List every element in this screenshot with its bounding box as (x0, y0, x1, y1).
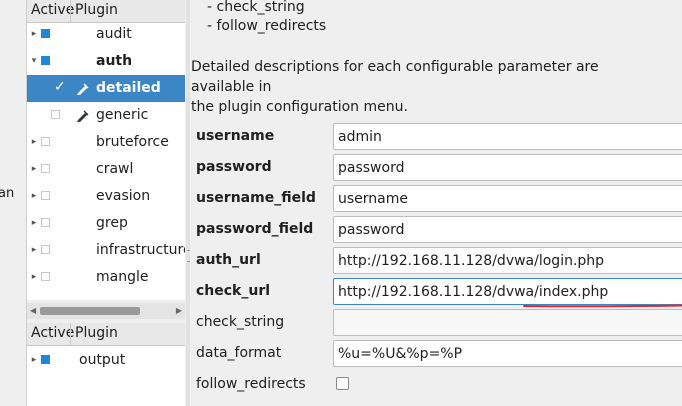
field-input-password_field[interactable] (333, 216, 682, 243)
column-plugin-header[interactable]: Plugin (75, 2, 118, 18)
column-separator (70, 0, 71, 22)
field-input-auth_url[interactable] (333, 247, 682, 274)
plugin-row-detailed[interactable]: ✓ detailed (27, 75, 185, 102)
output-plugin-tree[interactable]: Active Plugin ▸ output (27, 323, 185, 406)
field-label-password_field: password_field (196, 221, 314, 237)
plugin-label: auth (96, 53, 133, 69)
plugin-label: infrastructure (96, 242, 185, 258)
follow-redirects-label: follow_redirects (196, 376, 306, 392)
option-bullet: - follow_redirects (207, 18, 327, 34)
plugin-row-output[interactable]: ▸ output (27, 347, 185, 374)
plugin-label: audit (96, 26, 132, 42)
expand-toggle-icon[interactable]: ▸ (29, 216, 39, 230)
expand-toggle-icon[interactable]: ▸ (29, 353, 39, 367)
description-line: the plugin configuration menu. (191, 99, 408, 115)
plugin-row-crawl[interactable]: ▸ crawl (27, 156, 185, 183)
plugin-row-audit[interactable]: ▸ audit (27, 21, 185, 48)
left-panel-edge: an (0, 0, 27, 406)
follow-redirects-checkbox[interactable] (336, 377, 349, 390)
field-label-data_format: data_format (196, 345, 282, 361)
plugin-label: bruteforce (96, 134, 169, 150)
active-checkbox[interactable] (41, 164, 50, 173)
scroll-left-arrow-icon[interactable]: ◀ (30, 306, 36, 315)
plugin-row-grep[interactable]: ▸ grep (27, 210, 185, 237)
plugin-config-pane: - check_string - follow_redirects Detail… (190, 0, 682, 406)
plugin-label: detailed (96, 80, 161, 96)
field-input-username_field[interactable] (333, 185, 682, 212)
field-label-check_url: check_url (196, 283, 271, 299)
plugin-label: generic (96, 107, 149, 123)
field-label-auth_url: auth_url (196, 252, 261, 268)
active-checkbox[interactable] (51, 110, 60, 119)
column-plugin-header[interactable]: Plugin (75, 325, 118, 341)
plugin-row-infrastructure[interactable]: ▸ infrastructure (27, 237, 185, 264)
tree-header: Active Plugin (27, 0, 185, 23)
plugin-row-evasion[interactable]: ▸ evasion (27, 183, 185, 210)
field-input-data_format[interactable] (333, 340, 682, 367)
expand-toggle-icon[interactable]: ▸ (29, 270, 39, 284)
expand-toggle-icon[interactable]: ▸ (29, 135, 39, 149)
active-checkbox[interactable] (41, 56, 50, 65)
column-active-header[interactable]: Active (31, 325, 74, 341)
plugin-row-bruteforce[interactable]: ▸ bruteforce (27, 129, 185, 156)
plugin-row-auth[interactable]: ▾ auth (27, 48, 185, 75)
field-label-username: username (196, 128, 275, 144)
expand-toggle-icon[interactable] (29, 108, 39, 122)
plugin-tree[interactable]: Active Plugin ▸ audit ▾ auth ✓ detailed generi… (27, 0, 185, 300)
plugin-row-generic[interactable]: generic (27, 102, 185, 129)
column-active-header[interactable]: Active (31, 2, 74, 18)
column-separator (70, 323, 71, 345)
expand-toggle-icon[interactable]: ▸ (29, 189, 39, 203)
plugin-row-mangle[interactable]: ▸ mangle (27, 264, 185, 291)
plugin-panel: Active Plugin ▸ audit ▾ auth ✓ detailed generi… (27, 0, 185, 406)
expand-toggle-icon[interactable]: ▸ (29, 162, 39, 176)
pencil-icon (76, 109, 90, 127)
plugin-label: output (79, 352, 126, 368)
expand-toggle-icon[interactable]: ▸ (29, 243, 39, 257)
expand-toggle-icon[interactable] (29, 81, 39, 95)
plugin-label: grep (96, 215, 128, 231)
field-label-password: password (196, 159, 272, 175)
plugin-description: Detailed descriptions for each configura… (191, 57, 661, 117)
description-line: Detailed descriptions for each configura… (191, 59, 599, 95)
scroll-right-arrow-icon[interactable]: ▶ (176, 306, 182, 315)
field-input-password[interactable] (333, 154, 682, 181)
active-checkbox[interactable] (41, 191, 50, 200)
horizontal-scrollbar[interactable]: ◀ ▶ (27, 303, 185, 319)
expand-toggle-icon[interactable]: ▸ (29, 27, 39, 41)
plugin-label: mangle (96, 269, 149, 285)
field-label-check_string: check_string (196, 314, 285, 330)
field-input-username[interactable] (333, 123, 682, 150)
checkmark-icon[interactable]: ✓ (54, 79, 66, 95)
active-checkbox[interactable] (41, 272, 50, 281)
active-checkbox[interactable] (41, 218, 50, 227)
active-checkbox[interactable] (41, 137, 50, 146)
plugin-label: evasion (96, 188, 151, 204)
tree-header: Active Plugin (27, 323, 185, 346)
active-checkbox[interactable] (41, 355, 50, 364)
field-label-username_field: username_field (196, 190, 316, 206)
active-checkbox[interactable] (41, 29, 50, 38)
pencil-icon (76, 82, 90, 100)
option-bullet: - check_string (207, 0, 305, 15)
plugin-label: crawl (96, 161, 134, 177)
red-underline-annotation (523, 304, 682, 308)
scrollbar-thumb[interactable] (40, 307, 140, 315)
expand-toggle-icon[interactable]: ▾ (29, 54, 39, 68)
splitter-grip[interactable] (187, 250, 189, 262)
active-checkbox[interactable] (41, 245, 50, 254)
clipped-text: an (0, 186, 15, 201)
